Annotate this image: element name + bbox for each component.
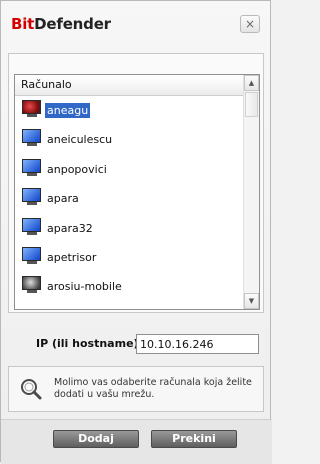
list-rows: aneagu aneiculescu anpopovici apara apar… bbox=[15, 96, 244, 302]
ip-label: IP (ili hostname) : bbox=[36, 337, 147, 350]
brand-bit: Bit bbox=[11, 15, 35, 33]
list-column-header[interactable]: Računalo bbox=[15, 75, 244, 96]
info-text: Molimo vas odaberite računala koja želit… bbox=[54, 377, 252, 400]
list-item[interactable]: anpopovici bbox=[15, 155, 244, 184]
list-item[interactable]: arosiu-mobile bbox=[15, 272, 244, 301]
column-header-label: Računalo bbox=[21, 78, 72, 91]
list-item-label: anpopovici bbox=[47, 162, 107, 176]
list-item-label: apara bbox=[47, 192, 79, 206]
list-item[interactable]: apetrisor bbox=[15, 243, 244, 272]
close-icon: × bbox=[244, 17, 256, 31]
list-scrollbar[interactable]: ▲ ▼ bbox=[243, 75, 259, 309]
computer-icon bbox=[22, 188, 41, 206]
computer-icon bbox=[22, 158, 41, 176]
scroll-down-button[interactable]: ▼ bbox=[244, 293, 259, 309]
computer-icon bbox=[22, 246, 41, 264]
search-icon bbox=[21, 379, 42, 400]
cancel-button[interactable]: Prekini bbox=[151, 430, 237, 448]
brand-defender: Defender bbox=[34, 15, 111, 33]
list-item[interactable]: aneiculescu bbox=[15, 125, 244, 154]
computer-icon bbox=[22, 129, 41, 147]
computer-grey-icon bbox=[22, 276, 41, 294]
close-button[interactable]: × bbox=[240, 15, 260, 33]
list-item-label: aneagu bbox=[45, 103, 91, 118]
scroll-thumb[interactable] bbox=[245, 92, 258, 117]
arrow-up-icon: ▲ bbox=[248, 79, 255, 87]
info-panel: Molimo vas odaberite računala koja želit… bbox=[8, 366, 264, 412]
computer-red-icon bbox=[22, 100, 41, 117]
scroll-up-button[interactable]: ▲ bbox=[244, 75, 259, 91]
list-item[interactable]: apara32 bbox=[15, 214, 244, 243]
list-item-label: apetrisor bbox=[47, 250, 97, 264]
ip-row: IP (ili hostname) : bbox=[36, 334, 262, 356]
list-item[interactable]: aneagu bbox=[15, 96, 244, 125]
list-item[interactable]: apara bbox=[15, 184, 244, 213]
app-title: BitDefender bbox=[11, 15, 111, 33]
list-item-label: aneiculescu bbox=[47, 133, 113, 147]
list-item-label: apara32 bbox=[47, 221, 93, 235]
button-bar: Dodaj Prekini bbox=[1, 419, 272, 464]
title-bar: BitDefender × bbox=[7, 11, 262, 39]
add-button[interactable]: Dodaj bbox=[53, 430, 139, 448]
computer-list[interactable]: Računalo aneagu aneiculescu anpopovici a… bbox=[14, 74, 260, 310]
computer-icon bbox=[22, 217, 41, 235]
add-computers-dialog: BitDefender × Računalo aneagu aneiculesc… bbox=[0, 0, 272, 464]
ip-hostname-input[interactable] bbox=[136, 334, 259, 354]
arrow-down-icon: ▼ bbox=[248, 297, 255, 305]
list-item-label: arosiu-mobile bbox=[47, 280, 122, 294]
